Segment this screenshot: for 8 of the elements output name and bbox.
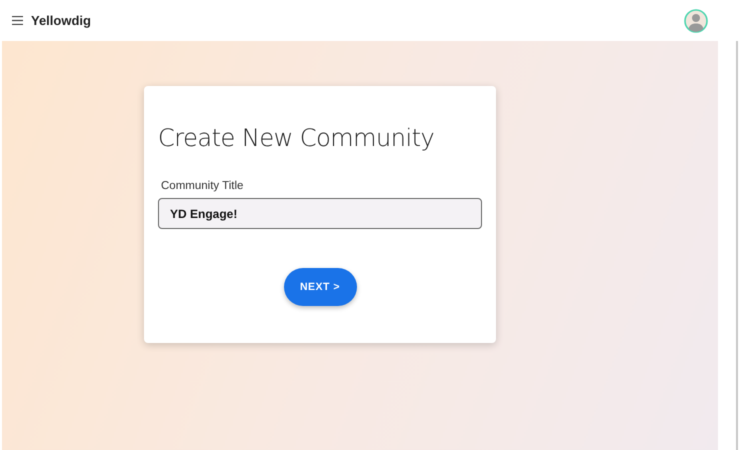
dialog-title: Create New Community [158,124,436,152]
scrollbar[interactable] [736,41,738,450]
menu-icon[interactable] [12,16,23,25]
next-button[interactable]: NEXT > [284,268,356,306]
field-label: Community Title [161,180,244,192]
title-input[interactable]: YD Engage! [158,198,482,229]
avatar-icon[interactable] [684,8,708,32]
app-name: Yellowdig [31,13,92,28]
